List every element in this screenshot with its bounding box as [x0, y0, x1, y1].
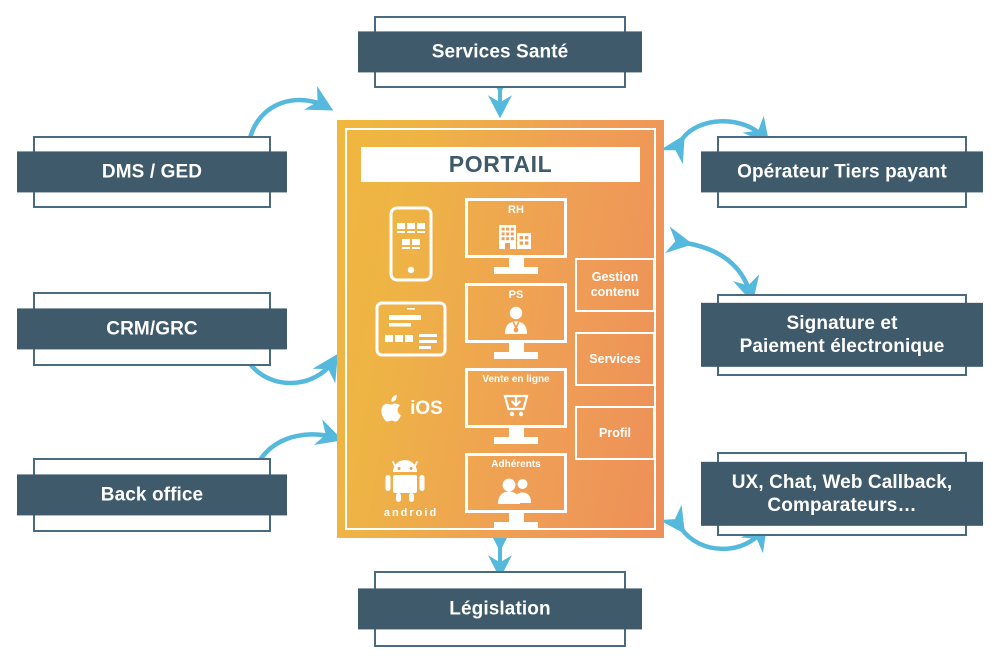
box-ux-chat-comparateurs[interactable]: UX, Chat, Web Callback, Comparateurs… — [701, 452, 983, 536]
screens-column: RH PS Vente en ligne Adhérents — [465, 198, 567, 538]
box-crm-grc-label: CRM/GRC — [17, 308, 287, 350]
screen-ps-label: PS — [508, 289, 524, 301]
box-legislation-label: Législation — [358, 588, 642, 630]
box-ux-chat-comparateurs-label: UX, Chat, Web Callback, Comparateurs… — [701, 461, 983, 527]
building-icon — [499, 224, 531, 249]
box-legislation[interactable]: Législation — [358, 571, 642, 647]
box-operateur-tiers-payant-label: Opérateur Tiers payant — [701, 151, 983, 193]
smartphone-icon — [389, 206, 433, 282]
box-signature-paiement-label: Signature et Paiement électronique — [701, 302, 983, 368]
box-dms-ged-label: DMS / GED — [17, 151, 287, 193]
tablet-icon — [375, 301, 447, 357]
tile-profil[interactable]: Profil — [575, 406, 655, 460]
android-icon — [385, 459, 425, 502]
portal-inner-border: PORTAIL iOS android RH PS Vente en ligne… — [345, 128, 656, 530]
screen-ps[interactable]: PS — [465, 283, 567, 359]
screen-adherents[interactable]: Adhérents — [465, 453, 567, 529]
portal-title: PORTAIL — [361, 147, 640, 182]
android-slot: android — [363, 450, 459, 528]
box-services-sante-label: Services Santé — [358, 31, 642, 73]
device-column: iOS android — [363, 198, 459, 528]
box-back-office-label: Back office — [17, 474, 287, 516]
screen-vente-en-ligne[interactable]: Vente en ligne — [465, 368, 567, 444]
apple-ios-icon — [381, 394, 402, 422]
smartphone-slot — [363, 198, 459, 290]
diagram-canvas: Services Santé Législation DMS / GED CRM… — [0, 0, 1000, 667]
arrow-signature-paiement — [665, 226, 760, 303]
box-back-office[interactable]: Back office — [17, 458, 287, 532]
shopping-cart-icon — [503, 394, 529, 417]
box-crm-grc[interactable]: CRM/GRC — [17, 292, 287, 366]
tile-gestion-contenu[interactable]: Gestion contenu — [575, 258, 655, 312]
tile-services[interactable]: Services — [575, 332, 655, 386]
screen-rh[interactable]: RH — [465, 198, 567, 274]
screen-rh-label: RH — [508, 204, 524, 216]
people-icon — [498, 478, 531, 504]
screen-vente-en-ligne-label: Vente en ligne — [482, 374, 550, 385]
doctor-icon — [505, 306, 527, 334]
box-signature-paiement[interactable]: Signature et Paiement électronique — [701, 294, 983, 376]
box-dms-ged[interactable]: DMS / GED — [17, 136, 287, 208]
android-label: android — [383, 506, 439, 519]
ios-label: iOS — [410, 398, 443, 419]
box-operateur-tiers-payant[interactable]: Opérateur Tiers payant — [701, 136, 983, 208]
tablet-slot — [363, 290, 459, 368]
screen-adherents-label: Adhérents — [491, 459, 541, 470]
tiles-column: Gestion contenu Services Profil — [575, 258, 655, 480]
box-services-sante[interactable]: Services Santé — [358, 16, 642, 88]
apple-ios-slot: iOS — [363, 368, 459, 450]
portal-panel[interactable]: PORTAIL iOS android RH PS Vente en ligne… — [337, 120, 664, 538]
